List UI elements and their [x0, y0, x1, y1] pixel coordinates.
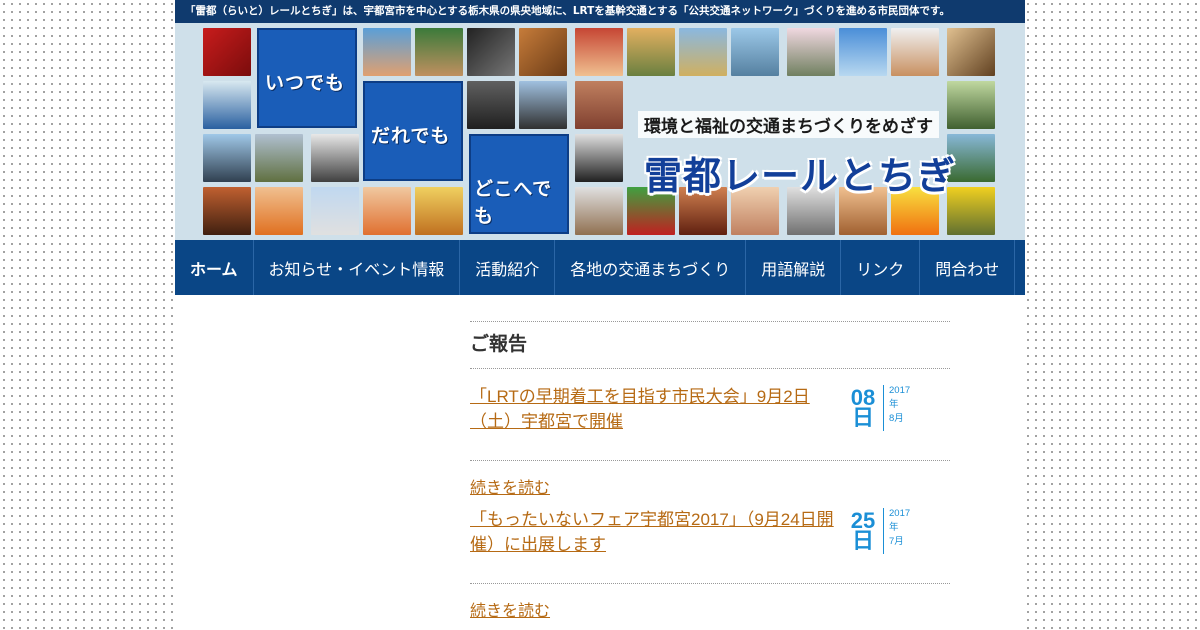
post-title-link[interactable]: 「もったいないフェア宇都宮2017」（9月24日開催）に出展します	[470, 507, 835, 557]
post-date-day: 08 日	[848, 387, 878, 430]
nav-item-activities[interactable]: 活動紹介	[460, 240, 556, 295]
slogan-box-anywhere: どこへでも	[469, 134, 569, 234]
site-description-text: 「雷都（らいと）レールとちぎ」は、宇都宮市を中心とする栃木県の県央地域に、LRT…	[185, 5, 950, 17]
post-month: 8月	[889, 413, 904, 424]
photo-tile	[627, 28, 675, 76]
nav-item-regional-transit[interactable]: 各地の交通まちづくり	[555, 240, 747, 295]
photo-tile	[363, 187, 411, 235]
photo-tile	[731, 28, 779, 76]
date-divider	[883, 385, 884, 431]
brand-panel: 環境と福祉の交通まちづくりをめざす 雷都レールとちぎ	[630, 111, 955, 206]
nav-item-home[interactable]: ホーム	[175, 240, 254, 295]
photo-tile	[891, 28, 939, 76]
slogan-anyone: だれでも	[371, 126, 451, 147]
photo-tile	[575, 81, 623, 129]
post-entry: 「LRTの早期着工を目指す市民大会」9月2日（土）宇都宮で開催 08 日 201…	[470, 369, 950, 461]
site-description-bar: 「雷都（らいと）レールとちぎ」は、宇都宮市を中心とする栃木県の県央地域に、LRT…	[175, 0, 1025, 23]
page-container: 「雷都（らいと）レールとちぎ」は、宇都宮市を中心とする栃木県の県央地域に、LRT…	[175, 0, 1025, 630]
photo-tile	[363, 28, 411, 76]
photo-tile	[519, 28, 567, 76]
photo-tile	[415, 187, 463, 235]
photo-tile	[575, 134, 623, 182]
nav-item-news-events[interactable]: お知らせ・イベント情報	[254, 240, 461, 295]
post-year: 2017	[889, 508, 911, 519]
date-divider	[883, 508, 884, 554]
main-content: ご報告 「LRTの早期着工を目指す市民大会」9月2日（土）宇都宮で開催 08 日…	[470, 321, 950, 630]
post-day-suffix: 日	[851, 528, 874, 553]
photo-tile	[203, 134, 251, 182]
post-title-link[interactable]: 「LRTの早期着工を目指す市民大会」9月2日（土）宇都宮で開催	[470, 384, 835, 434]
nav-item-links[interactable]: リンク	[841, 240, 921, 295]
section-title: ご報告	[470, 321, 950, 369]
photo-tile	[467, 28, 515, 76]
nav-item-contact[interactable]: 問合わせ	[920, 240, 1016, 295]
slogan-box-anyone: だれでも	[363, 81, 463, 181]
post-year: 2017	[889, 385, 911, 396]
photo-tile	[311, 134, 359, 182]
photo-tile	[255, 134, 303, 182]
post-date-day: 25 日	[848, 510, 878, 553]
read-more-link[interactable]: 続きを読む	[470, 584, 950, 630]
photo-tile	[575, 28, 623, 76]
site-logo-text[interactable]: 雷都レールとちぎ	[644, 145, 956, 200]
photo-tile	[255, 187, 303, 235]
slogan-anytime: いつでも	[265, 73, 346, 94]
site-tagline: 環境と福祉の交通まちづくりをめざす	[638, 111, 939, 138]
main-navigation: ホーム お知らせ・イベント情報 活動紹介 各地の交通まちづくり 用語解説 リンク…	[175, 240, 1025, 295]
post-entry: 「もったいないフェア宇都宮2017」（9月24日開催）に出展します 25 日 2…	[470, 492, 950, 584]
post-date-meta: 2017 年 8月	[889, 384, 910, 426]
post-date-meta: 2017 年 7月	[889, 507, 910, 549]
header-banner[interactable]: いつでも だれでも どこへでも 環境と福祉の交通まちづくりをめざす 雷都レールと…	[175, 23, 1025, 240]
slogan-box-anytime: いつでも	[257, 28, 357, 128]
photo-tile	[679, 28, 727, 76]
post-year-suffix: 年	[889, 399, 899, 410]
photo-tile	[203, 187, 251, 235]
photo-tile	[787, 28, 835, 76]
photo-tile	[575, 187, 623, 235]
photo-tile	[519, 81, 567, 129]
post-month: 7月	[889, 536, 904, 547]
slogan-anywhere: どこへでも	[474, 179, 553, 227]
photo-tile	[947, 81, 995, 129]
photo-tile	[467, 81, 515, 129]
photo-tile	[203, 28, 251, 76]
photo-tile	[839, 28, 887, 76]
photo-tile	[203, 81, 251, 129]
photo-tile	[415, 28, 463, 76]
nav-item-glossary[interactable]: 用語解説	[746, 240, 842, 295]
photo-tile	[947, 28, 995, 76]
post-year-suffix: 年	[889, 522, 899, 533]
post-day-suffix: 日	[851, 405, 874, 430]
photo-tile	[311, 187, 359, 235]
